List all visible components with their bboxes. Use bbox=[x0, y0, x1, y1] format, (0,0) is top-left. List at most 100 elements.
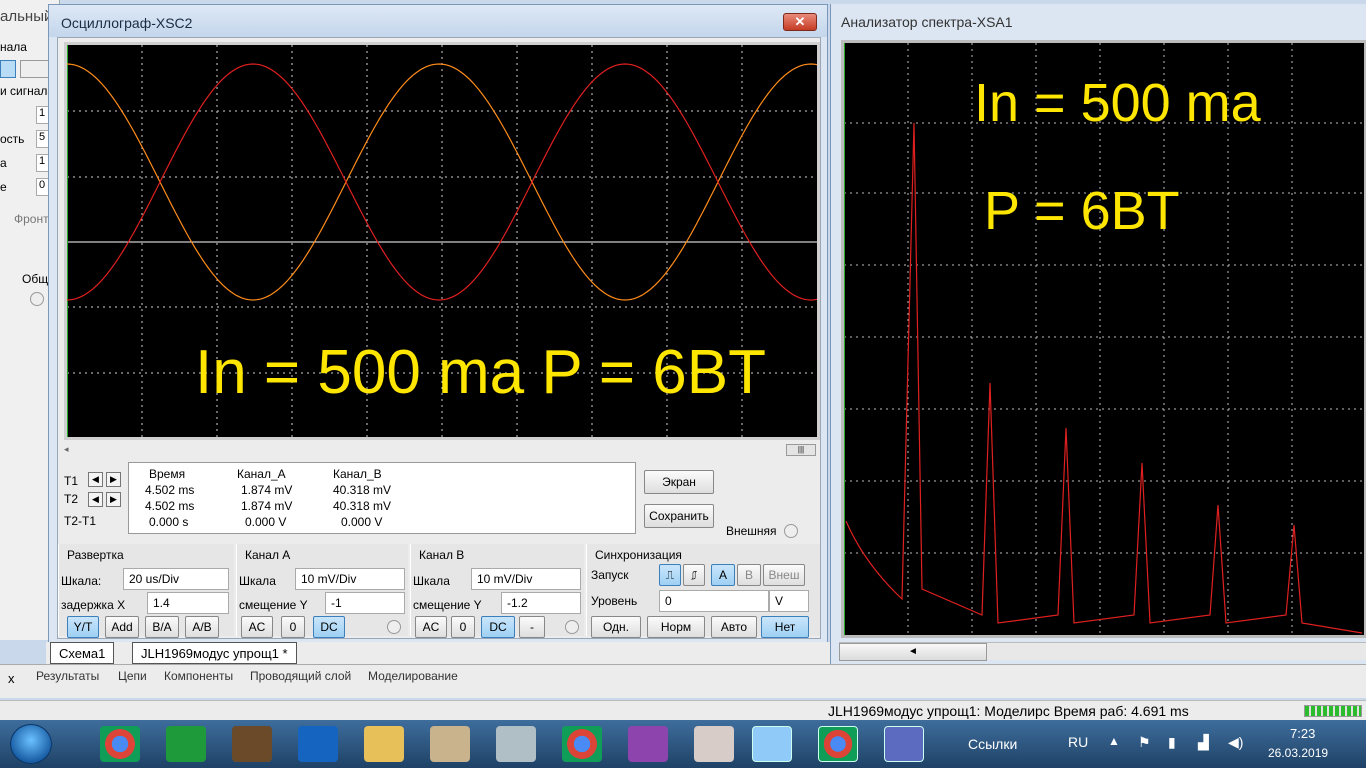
trigger-level-field[interactable]: 0 bbox=[659, 590, 769, 612]
channel-a-offset-field[interactable]: -1 bbox=[325, 592, 405, 614]
tab-jlh1969[interactable]: JLH1969модус упрощ1 * bbox=[132, 642, 297, 664]
trigger-edge-label: Запуск bbox=[591, 568, 629, 582]
start-button[interactable] bbox=[10, 724, 52, 764]
ba-mode-button[interactable]: B/A bbox=[145, 616, 179, 638]
add-mode-button[interactable]: Add bbox=[105, 616, 139, 638]
t2-left-arrow-icon[interactable]: ◀ bbox=[88, 492, 103, 507]
trigger-single-button[interactable]: Одн. bbox=[591, 616, 641, 638]
readout-delta-chb: 0.000 V bbox=[341, 515, 383, 529]
channel-a-radio[interactable] bbox=[387, 620, 401, 634]
notepad-icon[interactable] bbox=[694, 726, 734, 762]
folder-icon[interactable] bbox=[364, 726, 404, 762]
spectrum-scrollbar[interactable]: ◄ bbox=[839, 642, 1366, 661]
language-indicator[interactable]: RU bbox=[1068, 734, 1088, 750]
network-icon[interactable]: ▟ bbox=[1198, 734, 1209, 751]
chrome-icon-2[interactable] bbox=[562, 726, 602, 762]
save-button[interactable]: Сохранить bbox=[644, 504, 714, 528]
source-b-button[interactable]: B bbox=[737, 564, 761, 586]
spectrum-analyzer-window: Анализатор спектра-XSA1 In = 500 ma P = … bbox=[830, 4, 1366, 668]
app-chip-icon[interactable] bbox=[232, 726, 272, 762]
channel-a-ac-button[interactable]: AC bbox=[241, 616, 273, 638]
bg-label: Фронт bbox=[14, 212, 49, 226]
spectrum-annotation-1: In = 500 ma bbox=[974, 73, 1262, 133]
tab-components[interactable]: Компоненты bbox=[164, 669, 233, 683]
channel-a-offset-label: смещение Y bbox=[239, 598, 308, 612]
t1-right-arrow-icon[interactable]: ▶ bbox=[106, 472, 121, 487]
channel-b-radio[interactable] bbox=[565, 620, 579, 634]
channel-a-scale-field[interactable]: 10 mV/Div bbox=[295, 568, 405, 590]
spectrum-display: In = 500 ma P = 6BT bbox=[843, 43, 1364, 635]
channel-b-minus-button[interactable]: - bbox=[519, 616, 545, 638]
source-a-button[interactable]: A bbox=[711, 564, 735, 586]
bg-wave-button[interactable] bbox=[0, 60, 16, 78]
tab-nets[interactable]: Цепи bbox=[118, 669, 147, 683]
tab-copper[interactable]: Проводящий слой bbox=[250, 669, 351, 683]
trigger-auto-button[interactable]: Авто bbox=[711, 616, 757, 638]
external-label: Внешняя bbox=[726, 524, 777, 538]
scroll-left-icon[interactable]: ◂ bbox=[64, 444, 69, 455]
sweep-title: Развертка bbox=[67, 548, 124, 562]
channel-b-scale-field[interactable]: 10 mV/Div bbox=[471, 568, 581, 590]
screen-button[interactable]: Экран bbox=[644, 470, 714, 494]
trigger-level-unit[interactable]: V bbox=[769, 590, 809, 612]
tab-results[interactable]: Результаты bbox=[36, 669, 99, 683]
bg-radio[interactable] bbox=[30, 292, 44, 306]
ultiboard-icon[interactable] bbox=[884, 726, 924, 762]
trigger-level-label: Уровень bbox=[591, 594, 638, 608]
ab-mode-button[interactable]: A/B bbox=[185, 616, 219, 638]
t1-left-arrow-icon[interactable]: ◀ bbox=[88, 472, 103, 487]
trigger-normal-button[interactable]: Норм bbox=[647, 616, 705, 638]
channel-b-group: Канал В Шкала 10 mV/Div смещение Y -1.2 … bbox=[410, 544, 584, 638]
oscilloscope-display: In = 500 ma P = 6BT bbox=[66, 45, 818, 437]
clock-time[interactable]: 7:23 bbox=[1290, 726, 1315, 741]
readout-t2-time: 4.502 ms bbox=[145, 499, 195, 513]
oscilloscope-body: In = 500 ma P = 6BT ◂ ||| T1 ◀ ▶ T2 ◀ ▶ … bbox=[57, 37, 821, 639]
channel-a-dc-button[interactable]: DC bbox=[313, 616, 345, 638]
rising-edge-icon[interactable]: ⎍ bbox=[659, 564, 681, 586]
channel-b-zero-button[interactable]: 0 bbox=[451, 616, 475, 638]
scroll-thumb[interactable]: ||| bbox=[786, 444, 816, 456]
t2-t1-label: T2-T1 bbox=[64, 514, 97, 528]
app-green-icon[interactable] bbox=[166, 726, 206, 762]
external-radio[interactable] bbox=[784, 524, 798, 538]
app-multicolor-icon[interactable] bbox=[628, 726, 668, 762]
calculator-icon[interactable] bbox=[496, 726, 536, 762]
paint-icon[interactable] bbox=[430, 726, 470, 762]
channel-a-zero-button[interactable]: 0 bbox=[281, 616, 305, 638]
battery-icon[interactable]: ▮ bbox=[1168, 734, 1176, 751]
readout-t2-chb: 40.318 mV bbox=[333, 499, 392, 513]
multisim-icon[interactable] bbox=[752, 726, 792, 762]
tray-arrow-icon[interactable]: ▲ bbox=[1108, 734, 1120, 748]
volume-icon[interactable]: ◀) bbox=[1228, 734, 1243, 751]
clock-date[interactable]: 26.03.2019 bbox=[1268, 746, 1328, 760]
channel-b-offset-field[interactable]: -1.2 bbox=[501, 592, 581, 614]
taskbar: Ссылки RU ▲ ⚑ ▮ ▟ ◀) 7:23 26.03.2019 bbox=[0, 720, 1366, 768]
readout-t1-time: 4.502 ms bbox=[145, 483, 195, 497]
oscilloscope-screen[interactable]: In = 500 ma P = 6BT bbox=[64, 42, 820, 440]
channel-b-title: Канал В bbox=[419, 548, 465, 562]
close-pane-icon[interactable]: x bbox=[8, 671, 15, 686]
tab-schema1[interactable]: Схема1 bbox=[50, 642, 115, 664]
chrome-icon[interactable] bbox=[100, 726, 140, 762]
source-ext-button[interactable]: Внеш bbox=[763, 564, 805, 586]
close-button[interactable]: ✕ bbox=[783, 13, 817, 31]
tab-simulation[interactable]: Моделирование bbox=[368, 669, 458, 683]
chrome-icon-3[interactable] bbox=[818, 726, 858, 762]
spectrum-screen[interactable]: In = 500 ma P = 6BT bbox=[841, 40, 1366, 638]
links-toolbar[interactable]: Ссылки bbox=[968, 736, 1017, 752]
delay-x-field[interactable]: 1.4 bbox=[147, 592, 229, 614]
sweep-scale-field[interactable]: 20 us/Div bbox=[123, 568, 229, 590]
flag-icon[interactable]: ⚑ bbox=[1138, 734, 1151, 751]
status-bar: JLH1969модус упрощ1: Моделирс Время раб:… bbox=[0, 700, 1366, 720]
spectrum-scroll-thumb[interactable]: ◄ bbox=[839, 643, 987, 661]
screen-scrollbar[interactable]: ◂ ||| bbox=[64, 442, 820, 458]
channel-b-dc-button[interactable]: DC bbox=[481, 616, 515, 638]
spectrum-annotation-2: P = 6BT bbox=[984, 181, 1180, 241]
trigger-none-button[interactable]: Нет bbox=[761, 616, 809, 638]
app-windows-icon[interactable] bbox=[298, 726, 338, 762]
yt-mode-button[interactable]: Y/T bbox=[67, 616, 99, 638]
readout-delta-time: 0.000 s bbox=[149, 515, 189, 529]
t2-right-arrow-icon[interactable]: ▶ bbox=[106, 492, 121, 507]
channel-b-ac-button[interactable]: AC bbox=[415, 616, 447, 638]
falling-edge-icon[interactable]: ⎎ bbox=[683, 564, 705, 586]
